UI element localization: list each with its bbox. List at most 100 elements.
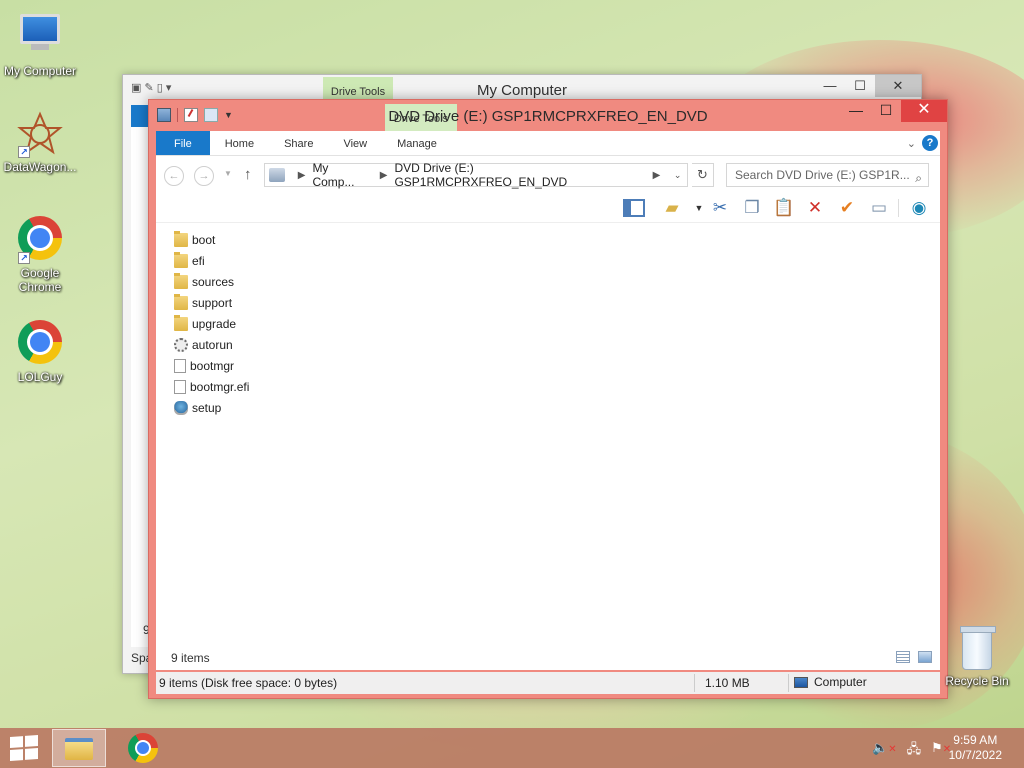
file-name: bootmgr.efi <box>190 379 250 394</box>
taskbar-chrome-icon[interactable] <box>128 733 158 763</box>
file-list: boot efi sources support upgrade autorun… <box>174 229 249 418</box>
tab-manage[interactable]: Manage <box>382 131 452 155</box>
delete-icon[interactable]: ✕ <box>804 197 826 219</box>
clock[interactable]: 9:59 AM 10/7/2022 <box>949 733 1002 763</box>
close-button[interactable]: ✕ <box>875 75 921 97</box>
status-location: Computer <box>794 675 867 689</box>
chrome-icon <box>16 320 64 368</box>
windows-start-icon[interactable] <box>10 735 38 761</box>
list-item[interactable]: sources <box>174 271 249 292</box>
folder-icon <box>174 272 188 289</box>
setup-icon <box>174 400 188 415</box>
status-size: 1.10 MB <box>705 676 750 690</box>
computer-icon <box>794 676 808 688</box>
system-tray: 🔈✕ 🖧 ⚑✕ <box>872 740 951 762</box>
status-summary: 9 items (Disk free space: 0 bytes) <box>159 676 338 690</box>
status-location-label: Computer <box>814 675 867 689</box>
file-list-pane[interactable]: boot efi sources support upgrade autorun… <box>156 223 940 646</box>
copy-icon[interactable]: ❐ <box>741 197 763 219</box>
list-item[interactable]: support <box>174 292 249 313</box>
settings-file-icon <box>174 337 188 352</box>
minimize-button[interactable]: — <box>815 75 845 97</box>
desktop-icon-lolguy[interactable]: LOLGuy <box>0 318 80 384</box>
tab-view[interactable]: View <box>328 131 382 155</box>
file-name: sources <box>192 274 235 289</box>
expand-ribbon-icon[interactable]: ⌄ <box>907 137 916 150</box>
tab-home[interactable]: Home <box>210 131 269 155</box>
address-dropdown-icon[interactable]: ⌄ <box>667 169 687 181</box>
command-toolbar: ▰ ▼ ✂ ❐ 📋 ✕ ✔ ▭ ◉ <box>156 193 940 223</box>
address-bar[interactable]: ▶ My Comp... ▶ DVD Drive (E:) GSP1RMCPRX… <box>264 161 688 189</box>
minimize-button[interactable]: — <box>841 100 871 122</box>
folder-icon <box>174 314 188 331</box>
tab-share[interactable]: Share <box>269 131 328 155</box>
large-icons-view-icon[interactable] <box>918 651 932 663</box>
list-item[interactable]: boot <box>174 229 249 250</box>
clock-time: 9:59 AM <box>953 733 998 747</box>
chevron-down-icon[interactable]: ▼ <box>688 197 710 219</box>
taskbar: 🔈✕ 🖧 ⚑✕ 9:59 AM 10/7/2022 <box>0 728 1024 768</box>
search-icon: ⌕ <box>915 171 922 185</box>
address-row: ← → ▼ ↑ ▶ My Comp... ▶ DVD Drive (E:) GS… <box>156 155 940 193</box>
volume-muted-icon[interactable]: 🔈✕ <box>872 740 897 762</box>
paste-icon[interactable]: 📋 <box>773 197 795 219</box>
desktop-icon-recycle-bin[interactable]: Recycle Bin <box>942 626 1012 688</box>
preview-pane-icon[interactable] <box>623 199 645 217</box>
folder-icon <box>174 293 188 310</box>
clock-date: 10/7/2022 <box>948 748 1002 762</box>
desktop-icon-google-chrome[interactable]: ↗ Google Chrome <box>0 214 80 294</box>
rename-icon[interactable]: ▭ <box>868 197 890 219</box>
checkmark-icon[interactable]: ✔ <box>836 197 858 219</box>
breadcrumb-chevron-icon[interactable]: ▶ <box>653 170 661 181</box>
list-item[interactable]: bootmgr <box>174 355 249 376</box>
close-button[interactable]: ✕ <box>901 100 947 122</box>
forward-button[interactable]: → <box>194 166 214 186</box>
list-item[interactable]: autorun <box>174 334 249 355</box>
folder-icon <box>174 230 188 247</box>
breadcrumb-chevron-icon[interactable]: ▶ <box>298 170 306 181</box>
details-view-icon[interactable] <box>896 651 910 663</box>
cut-icon[interactable]: ✂ <box>709 197 731 219</box>
refresh-button[interactable]: ↻ <box>692 163 714 187</box>
help-icon[interactable]: ? <box>922 135 938 151</box>
folder-options-icon[interactable]: ▰ <box>661 197 683 219</box>
network-icon[interactable]: 🖧 <box>907 740 922 762</box>
list-item[interactable]: upgrade <box>174 313 249 334</box>
list-item[interactable]: efi <box>174 250 249 271</box>
file-name: support <box>192 295 233 310</box>
desktop-icon-datawagon[interactable]: ↗ DataWagon... <box>0 110 80 174</box>
status-divider <box>694 674 695 692</box>
desktop-icon-label: Google Chrome <box>18 266 62 294</box>
window-title: My Computer <box>476 82 568 99</box>
maximize-button[interactable]: ☐ <box>845 75 875 97</box>
file-name: setup <box>192 400 222 415</box>
status-divider <box>788 674 789 692</box>
title-bar[interactable]: ▼ Drive Tools DVD Drive (E:) GSP1RMCPRXF… <box>149 100 947 131</box>
file-name: bootmgr <box>190 358 235 373</box>
ribbon-tabs: File Home Share View Manage ⌄ ? <box>156 131 940 155</box>
breadcrumb-my-computer[interactable]: My Comp... <box>312 161 372 189</box>
search-input[interactable]: Search DVD Drive (E:) GSP1R... ⌕ <box>726 163 929 187</box>
desktop-icon-label: Recycle Bin <box>945 674 1009 688</box>
toolbar-divider <box>898 199 899 217</box>
back-button[interactable]: ← <box>164 166 184 186</box>
desktop-icon-label: DataWagon... <box>3 160 77 174</box>
list-item[interactable]: setup <box>174 397 249 418</box>
desktop-icon-my-computer[interactable]: My Computer <box>0 8 80 78</box>
file-icon <box>174 379 186 394</box>
view-status-row: 9 items <box>156 646 940 670</box>
globe-icon[interactable]: ◉ <box>908 197 930 219</box>
search-placeholder: Search DVD Drive (E:) GSP1R... <box>735 168 910 182</box>
breadcrumb-chevron-icon[interactable]: ▶ <box>380 170 388 181</box>
recent-locations-icon[interactable]: ▼ <box>224 169 232 178</box>
taskbar-file-explorer[interactable] <box>52 729 106 767</box>
file-icon <box>174 358 186 373</box>
window-title: DVD Drive (E:) GSP1RMCPRXFREO_EN_DVD <box>388 108 708 125</box>
dvd-drive-window[interactable]: ▼ Drive Tools DVD Drive (E:) GSP1RMCPRXF… <box>148 99 948 699</box>
breadcrumb-dvd-drive[interactable]: DVD Drive (E:) GSP1RMCPRXFREO_EN_DVD <box>394 161 645 189</box>
tab-file[interactable]: File <box>156 131 210 155</box>
list-item[interactable]: bootmgr.efi <box>174 376 249 397</box>
shortcut-arrow-icon: ↗ <box>18 146 30 158</box>
maximize-button[interactable]: ☐ <box>871 100 901 122</box>
up-button[interactable]: ↑ <box>244 166 252 183</box>
